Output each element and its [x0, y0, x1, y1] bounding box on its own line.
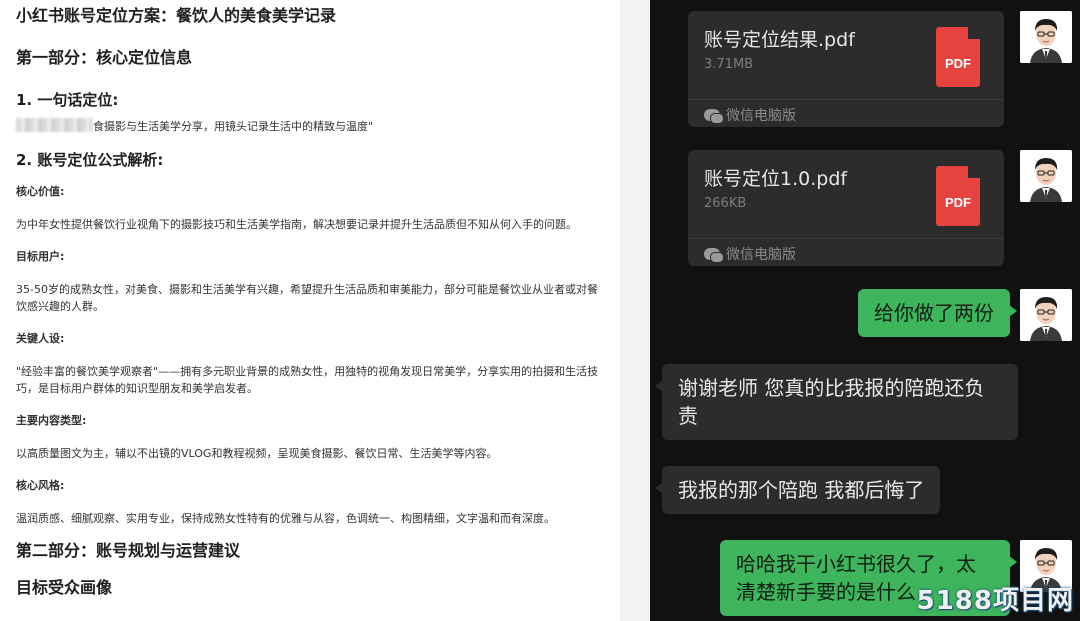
chat-panel[interactable]: 账号定位结果.pdf 3.71MB PDF 微信电脑版 账号定位1.0.pdf … — [650, 0, 1080, 621]
file-size: 266KB — [704, 196, 747, 211]
item1-heading: 1. 一句话定位: — [16, 91, 119, 109]
pdf-file-icon: PDF — [936, 27, 980, 87]
field-label-value: 核心价值: — [16, 185, 65, 198]
subsection-heading: 目标受众画像 — [16, 578, 113, 597]
file-name: 账号定位1.0.pdf — [704, 168, 848, 190]
avatar[interactable] — [1020, 11, 1072, 63]
redacted-text — [16, 118, 92, 132]
file-message-1[interactable]: 账号定位结果.pdf 3.71MB PDF 微信电脑版 — [688, 11, 1004, 127]
card-divider — [688, 238, 1004, 239]
section-heading-1: 第一部分：核心定位信息 — [16, 48, 193, 67]
message-bubble-outgoing[interactable]: 给你做了两份 — [858, 289, 1017, 337]
file-source-row: 微信电脑版 — [704, 105, 796, 125]
file-name: 账号定位结果.pdf — [704, 29, 855, 51]
message-bubble-incoming[interactable]: 我报的那个陪跑 我都后悔了 — [654, 466, 941, 514]
field-text-users: 35-50岁的成熟女性，对美食、摄影和生活美学有兴趣，希望提升生活品质和审美能力… — [16, 283, 598, 313]
avatar-icon — [1020, 289, 1072, 341]
section-heading-2: 第二部分：账号规划与运营建议 — [16, 541, 241, 560]
card-divider — [688, 99, 1004, 100]
avatar[interactable] — [1020, 150, 1072, 202]
file-source: 微信电脑版 — [726, 108, 796, 124]
file-source: 微信电脑版 — [726, 247, 796, 263]
file-message-2[interactable]: 账号定位1.0.pdf 266KB PDF 微信电脑版 — [688, 150, 1004, 266]
wechat-icon — [704, 109, 724, 124]
avatar-icon — [1020, 11, 1072, 63]
item1-text: 食摄影与生活美学分享，用镜头记录生活中的精致与温度" — [93, 120, 374, 133]
pdf-file-icon: PDF — [936, 166, 980, 226]
item2-heading: 2. 账号定位公式解析: — [16, 151, 164, 169]
field-text-style: 温润质感、细腻观察、实用专业，保持成熟女性特有的优雅与从容，色调统一、构图精细，… — [16, 512, 555, 525]
field-label-users: 目标用户: — [16, 250, 65, 263]
file-source-row: 微信电脑版 — [704, 244, 796, 264]
item1-text-row: 食摄影与生活美学分享，用镜头记录生活中的精致与温度" — [16, 118, 606, 135]
watermark: 5188项目网 — [916, 586, 1074, 616]
field-text-value: 为中年女性提供餐饮行业视角下的摄影技巧和生活美学指南，解决想要记录并提升生活品质… — [16, 218, 577, 231]
field-text-content: 以高质量图文为主，辅以不出镜的VLOG和教程视频，呈现美食摄影、餐饮日常、生活美… — [16, 447, 498, 460]
avatar[interactable] — [1020, 289, 1072, 341]
wechat-icon — [704, 248, 724, 263]
field-label-persona: 关键人设: — [16, 332, 65, 345]
document-panel: 小红书账号定位方案：餐饮人的美食美学记录 第一部分：核心定位信息 1. 一句话定… — [0, 0, 620, 621]
avatar-icon — [1020, 150, 1072, 202]
doc-title: 小红书账号定位方案：餐饮人的美食美学记录 — [16, 6, 337, 25]
field-label-style: 核心风格: — [16, 479, 65, 492]
message-bubble-incoming[interactable]: 谢谢老师 您真的比我报的陪跑还负责 — [655, 364, 1018, 440]
panel-divider — [620, 0, 650, 621]
field-text-persona: "经验丰富的餐饮美学观察者"——拥有多元职业背景的成熟女性，用独特的视角发现日常… — [16, 365, 599, 395]
field-label-content: 主要内容类型: — [16, 414, 87, 427]
file-size: 3.71MB — [704, 57, 754, 72]
